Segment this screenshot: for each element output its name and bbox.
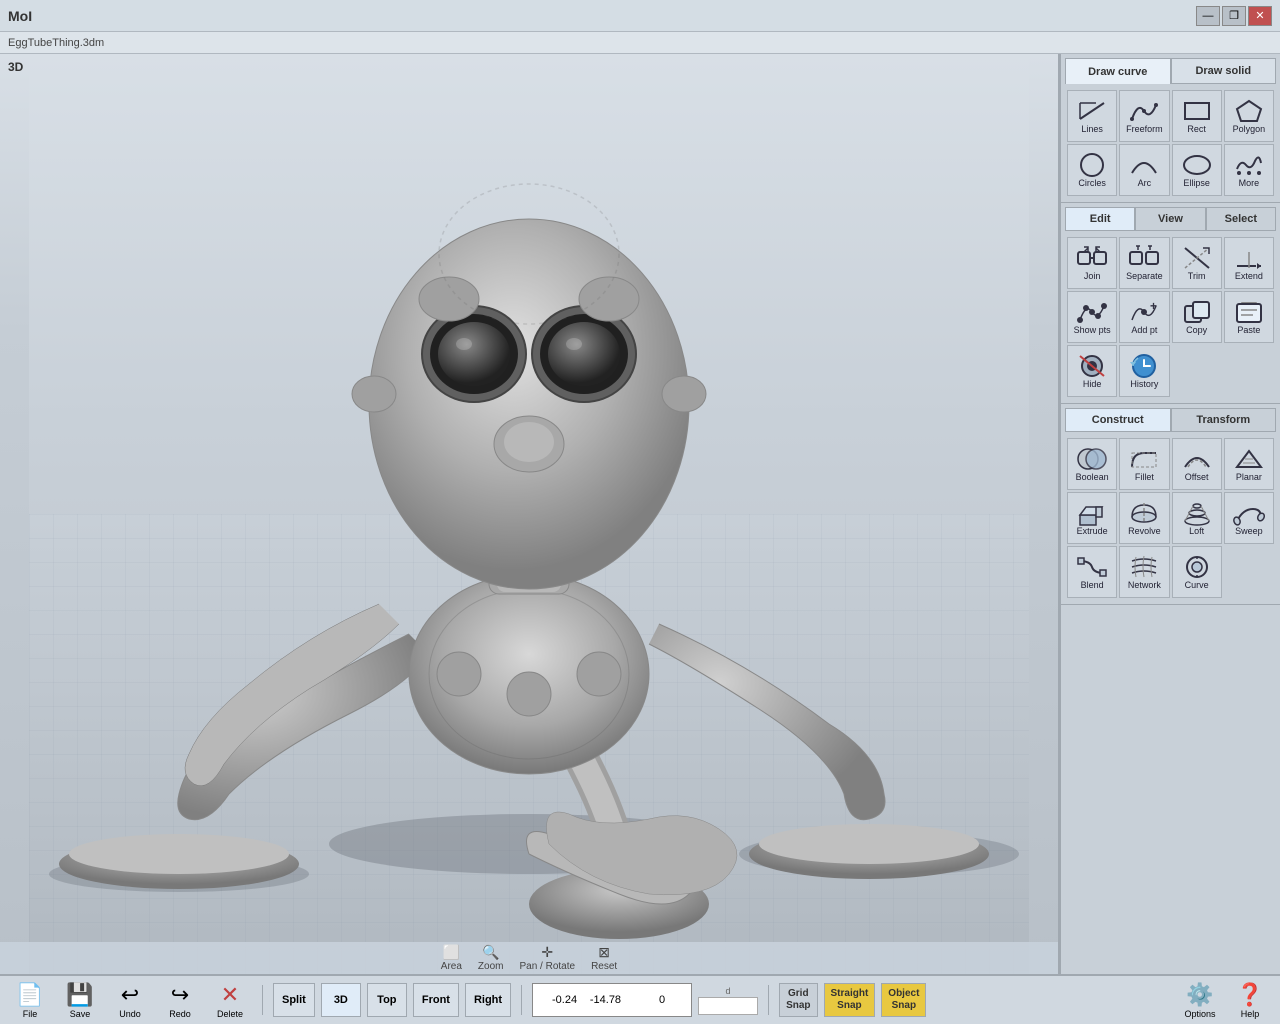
- right-panel: Draw curve Draw solid Lines: [1060, 54, 1280, 974]
- file-btn-delete[interactable]: ✕ Delete: [208, 978, 252, 1022]
- construct-tool-grid: Boolean Fillet: [1065, 436, 1276, 600]
- tool-join[interactable]: Join: [1067, 237, 1117, 289]
- tool-add-pt[interactable]: + Add pt: [1119, 291, 1169, 343]
- options-label: Options: [1184, 1009, 1215, 1019]
- close-btn[interactable]: ✕: [1248, 6, 1272, 26]
- d-label: d: [726, 986, 731, 996]
- svg-text:+: +: [1150, 299, 1157, 313]
- object-snap-btn[interactable]: Object Snap: [881, 983, 926, 1017]
- file-btn-save[interactable]: 💾 Save: [58, 978, 102, 1022]
- z-value: 0: [625, 994, 665, 1006]
- tool-circles[interactable]: Circles: [1067, 144, 1117, 196]
- view-top-btn[interactable]: Top: [367, 983, 407, 1017]
- draw-section: Draw curve Draw solid Lines: [1061, 54, 1280, 203]
- tool-freeform[interactable]: Freeform: [1119, 90, 1169, 142]
- d-input[interactable]: [698, 997, 758, 1015]
- zoom-tool[interactable]: 🔍 Zoom: [478, 944, 504, 972]
- straight-snap-label: Straight Snap: [831, 988, 869, 1012]
- tool-hide[interactable]: Hide: [1067, 345, 1117, 397]
- viewport[interactable]: 3D: [0, 54, 1060, 974]
- options-btn[interactable]: ⚙️ Options: [1178, 978, 1222, 1022]
- file-btn-undo[interactable]: ↩ Undo: [108, 978, 152, 1022]
- tool-more-curves[interactable]: More: [1224, 144, 1274, 196]
- tool-planar[interactable]: Planar: [1224, 438, 1274, 490]
- restore-btn[interactable]: ❐: [1222, 6, 1246, 26]
- tool-loft[interactable]: Loft: [1172, 492, 1222, 544]
- split-btn[interactable]: Split: [273, 983, 315, 1017]
- tool-trim[interactable]: Trim: [1172, 237, 1222, 289]
- construct-section: Construct Transform Boolean: [1061, 404, 1280, 605]
- filebar: EggTubeThing.3dm: [0, 32, 1280, 54]
- tool-show-pts[interactable]: Show pts: [1067, 291, 1117, 343]
- tool-rect[interactable]: Rect: [1172, 90, 1222, 142]
- minimize-btn[interactable]: —: [1196, 6, 1220, 26]
- reset-tool[interactable]: ⊠ Reset: [591, 944, 617, 972]
- edit-tab-group: Edit View Select: [1065, 207, 1276, 231]
- transform-tab[interactable]: Transform: [1171, 408, 1277, 432]
- grid-snap-btn[interactable]: Grid Snap: [779, 983, 817, 1017]
- separator-2: [521, 985, 522, 1015]
- tool-offset[interactable]: Offset: [1172, 438, 1222, 490]
- area-tool[interactable]: ⬜ Area: [441, 944, 462, 972]
- win-controls: — ❐ ✕: [1196, 6, 1272, 26]
- construct-tab[interactable]: Construct: [1065, 408, 1171, 432]
- file-btn-new[interactable]: 📄 File: [8, 978, 52, 1022]
- filename: EggTubeThing.3dm: [8, 37, 104, 49]
- tool-copy[interactable]: Copy: [1172, 291, 1222, 343]
- view-right-btn[interactable]: Right: [465, 983, 511, 1017]
- tool-network[interactable]: Network: [1119, 546, 1169, 598]
- y-value: -14.78: [581, 994, 621, 1006]
- view-front-btn[interactable]: Front: [413, 983, 459, 1017]
- tool-lines[interactable]: Lines: [1067, 90, 1117, 142]
- separator-3: [768, 985, 769, 1015]
- bottom-bar: 📄 File 💾 Save ↩ Undo ↪ Redo ✕ Delete Spl…: [0, 974, 1280, 1024]
- coord-display: -0.24 -14.78 0: [532, 983, 692, 1017]
- help-label: Help: [1241, 1009, 1260, 1019]
- edit-tab[interactable]: Edit: [1065, 207, 1135, 231]
- tool-polygon[interactable]: Polygon: [1224, 90, 1274, 142]
- tool-history[interactable]: History: [1119, 345, 1169, 397]
- view-tab[interactable]: View: [1135, 207, 1205, 231]
- curve-tool-grid: Lines Freeform: [1065, 88, 1276, 198]
- tool-ellipse[interactable]: Ellipse: [1172, 144, 1222, 196]
- draw-solid-tab[interactable]: Draw solid: [1171, 58, 1277, 84]
- tool-extrude[interactable]: Extrude: [1067, 492, 1117, 544]
- help-btn[interactable]: ❓ Help: [1228, 978, 1272, 1022]
- tool-extend[interactable]: Extend: [1224, 237, 1274, 289]
- tool-paste[interactable]: Paste: [1224, 291, 1274, 343]
- app-title: MoI: [8, 8, 32, 24]
- viewport-tools: ⬜ Area 🔍 Zoom ✛ Pan / Rotate ⊠ Reset: [0, 942, 1058, 974]
- d-input-group: d: [698, 986, 758, 1015]
- select-tab[interactable]: Select: [1206, 207, 1276, 231]
- tool-blend[interactable]: Blend: [1067, 546, 1117, 598]
- file-btn-redo[interactable]: ↪ Redo: [158, 978, 202, 1022]
- tool-arc[interactable]: Arc: [1119, 144, 1169, 196]
- titlebar: MoI — ❐ ✕: [0, 0, 1280, 32]
- view-3d-btn[interactable]: 3D: [321, 983, 361, 1017]
- draw-curve-tab[interactable]: Draw curve: [1065, 58, 1171, 84]
- tool-curve[interactable]: Curve: [1172, 546, 1222, 598]
- draw-tab-group: Draw curve Draw solid: [1065, 58, 1276, 84]
- edit-section: Edit View Select: [1061, 203, 1280, 404]
- construct-tab-group: Construct Transform: [1065, 408, 1276, 432]
- x-value: -0.24: [537, 994, 577, 1006]
- object-snap-label: Object Snap: [888, 988, 919, 1012]
- edit-tool-grid: Join Separate: [1065, 235, 1276, 399]
- tool-sweep[interactable]: Sweep: [1224, 492, 1274, 544]
- tool-fillet[interactable]: Fillet: [1119, 438, 1169, 490]
- tool-revolve[interactable]: Revolve: [1119, 492, 1169, 544]
- separator-1: [262, 985, 263, 1015]
- tool-boolean[interactable]: Boolean: [1067, 438, 1117, 490]
- grid-snap-label: Grid Snap: [786, 988, 810, 1012]
- pan-rotate-tool[interactable]: ✛ Pan / Rotate: [519, 944, 575, 972]
- scene-container: [0, 54, 1058, 974]
- straight-snap-btn[interactable]: Straight Snap: [824, 983, 876, 1017]
- tool-separate[interactable]: Separate: [1119, 237, 1169, 289]
